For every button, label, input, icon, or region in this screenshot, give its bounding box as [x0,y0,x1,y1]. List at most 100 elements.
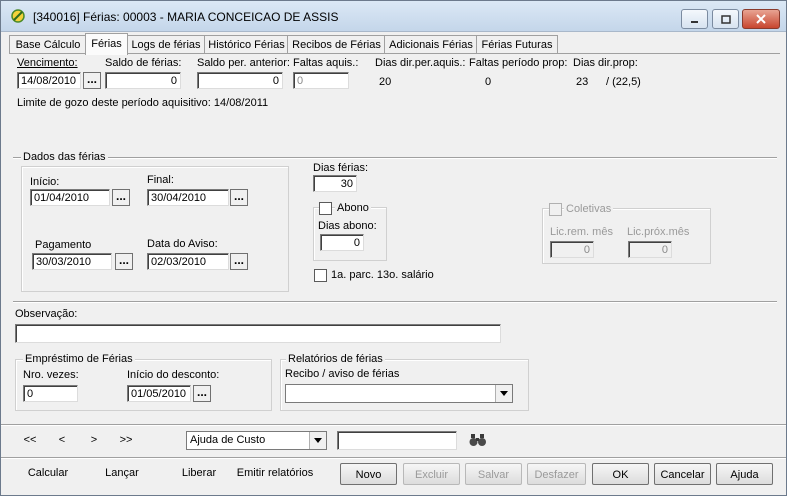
abono-label: Abono [335,202,371,214]
faltas-prop-value: 0 [485,76,492,88]
faltas-aquis-field[interactable]: 0 [293,72,349,89]
vencimento-picker-button[interactable]: ... [83,72,101,89]
dias-dir-aquis-value: 20 [379,76,392,88]
window-title: [340016] Férias: 00003 - MARIA CONCEICAO… [33,10,339,24]
ok-button[interactable]: OK [592,463,649,485]
tab-base-calculo[interactable]: Base Cálculo [9,35,87,54]
inicio-desconto-picker-button[interactable]: ... [193,385,211,402]
dias-abono-field[interactable]: 0 [320,234,364,251]
ellipsis-icon: ... [118,253,129,267]
ajuda-button[interactable]: Ajuda [716,463,773,485]
dropdown-arrow-icon [309,432,326,449]
ajuda-label: Ajuda [730,469,759,481]
dias-dir-aquis-label: Dias dir.per.aquis.: [375,57,466,69]
lancar-button[interactable]: Lançar [93,467,151,479]
dropdown-arrow-icon [495,385,512,402]
nav-type-select[interactable]: Ajuda de Custo [186,431,327,450]
parc13-label: 1a. parc. 13o. salário [331,269,434,281]
nav-next-button[interactable]: > [87,434,101,446]
nav-prev-button[interactable]: < [55,434,69,446]
final-field[interactable]: 30/04/2010 [147,189,229,206]
pagamento-field[interactable]: 30/03/2010 [32,253,112,270]
tab-adicionais-ferias[interactable]: Adicionais Férias [384,35,478,54]
nav-type-select-value: Ajuda de Custo [190,434,266,446]
data-aviso-field[interactable]: 02/03/2010 [147,253,229,270]
desfazer-button[interactable]: Desfazer [527,463,586,485]
lic-prox-label: Lic.próx.mês [627,226,690,238]
minimize-button[interactable] [681,9,708,29]
nro-vezes-label: Nro. vezes: [23,369,79,381]
saldo-ferias-field[interactable]: 0 [105,72,181,89]
abono-checkbox[interactable] [319,202,332,215]
nro-vezes-field[interactable]: 0 [23,385,78,402]
maximize-icon [720,14,731,24]
desfazer-label: Desfazer [534,469,579,481]
vencimento-label: Vencimento: [17,57,78,69]
main-window: [340016] Férias: 00003 - MARIA CONCEICAO… [0,0,787,496]
pagamento-picker-button[interactable]: ... [115,253,133,270]
tab-historico-ferias[interactable]: Histórico Férias [204,35,289,54]
pagamento-label: Pagamento [35,239,92,251]
inicio-desconto-label: Início do desconto: [127,369,220,381]
saldo-ferias-label: Saldo de férias: [105,57,182,69]
data-aviso-picker-button[interactable]: ... [230,253,248,270]
calcular-button[interactable]: Calcular [15,467,81,479]
nav-last-button[interactable]: >> [115,434,137,446]
ellipsis-icon: ... [115,189,126,203]
inicio-picker-button[interactable]: ... [112,189,130,206]
coletivas-label: Coletivas [564,203,614,215]
salvar-button[interactable]: Salvar [465,463,522,485]
dias-dir-prop-extra: / (22,5) [606,76,641,88]
dias-ferias-field[interactable]: 30 [313,175,357,192]
recibo-select[interactable] [285,384,513,403]
nav-first-button[interactable]: << [19,434,41,446]
cancelar-button[interactable]: Cancelar [654,463,711,485]
cancelar-label: Cancelar [660,469,705,481]
data-aviso-label: Data do Aviso: [147,238,218,250]
dados-group-title: Dados das férias [21,151,108,163]
dados-section-separator [13,157,777,159]
final-label: Final: [147,174,174,186]
dias-dir-prop-value: 23 [576,76,589,88]
liberar-button[interactable]: Liberar [171,467,227,479]
recibo-label: Recibo / aviso de férias [285,368,400,380]
lic-rem-label: Lic.rem. mês [550,226,613,238]
dias-abono-label: Dias abono: [318,220,377,232]
inicio-field[interactable]: 01/04/2010 [30,189,110,206]
tab-logs-ferias[interactable]: Logs de férias [126,35,206,54]
inicio-desconto-field[interactable]: 01/05/2010 [127,385,191,402]
dias-dir-prop-label: Dias dir.prop: [573,57,638,69]
nav-search-field[interactable] [337,431,457,450]
maximize-button[interactable] [712,9,739,29]
faltas-prop-label: Faltas período prop: [469,57,568,69]
nav-separator [1,424,786,426]
excluir-button[interactable]: Excluir [403,463,460,485]
novo-label: Novo [355,469,382,481]
emitir-relatorios-button[interactable]: Emitir relatórios [235,467,315,479]
observacao-field[interactable] [15,324,501,343]
inicio-label: Início: [30,176,60,188]
ellipsis-icon: ... [233,189,244,203]
title-bar: [340016] Férias: 00003 - MARIA CONCEICAO… [1,1,786,32]
ellipsis-icon: ... [196,385,207,399]
close-button[interactable] [742,9,780,29]
lic-prox-field[interactable]: 0 [628,241,672,258]
final-picker-button[interactable]: ... [230,189,248,206]
binoculars-icon[interactable] [469,433,487,447]
novo-button[interactable]: Novo [340,463,397,485]
obs-separator [13,301,777,303]
ellipsis-icon: ... [86,72,97,86]
tab-ferias-futuras[interactable]: Férias Futuras [476,35,558,54]
tab-ferias[interactable]: Férias [85,33,128,55]
tab-recibos-ferias[interactable]: Recibos de Férias [287,35,386,54]
coletivas-checkbox[interactable] [549,203,562,216]
close-icon [756,14,766,24]
lic-rem-field[interactable]: 0 [550,241,594,258]
observacao-label: Observação: [15,308,78,320]
vencimento-field[interactable]: 14/08/2010 [17,72,81,89]
excluir-label: Excluir [414,469,448,481]
saldo-anterior-field[interactable]: 0 [197,72,283,89]
faltas-aquis-label: Faltas aquis.: [293,57,359,69]
parc13-checkbox[interactable] [314,269,327,282]
saldo-anterior-label: Saldo per. anterior: [197,57,290,69]
